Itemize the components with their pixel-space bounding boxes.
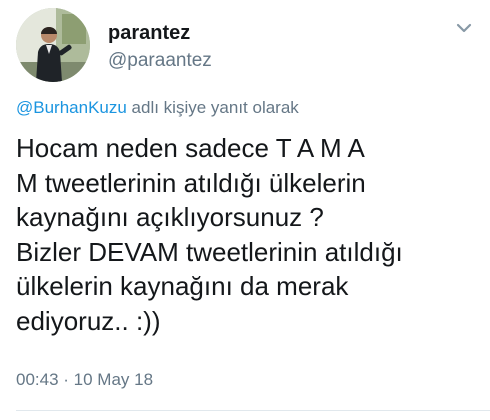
- tweet-text-line: ülkelerin kaynağını da merak: [16, 271, 349, 301]
- avatar[interactable]: [16, 8, 90, 82]
- tweet-text-line: kaynağını açıklıyorsunuz ?: [16, 202, 324, 232]
- divider: [16, 410, 490, 411]
- reply-context-text: adlı kişiye yanıt olarak: [126, 98, 299, 117]
- tweet-text-line: Bizler DEVAM tweetlerinin atıldığı: [16, 236, 403, 267]
- profile-photo-icon: [16, 8, 90, 82]
- tweet-text: Hocam neden sadece T A M A M tweetlerini…: [16, 131, 476, 338]
- reply-mention-link[interactable]: @BurhanKuzu: [16, 98, 127, 117]
- display-name[interactable]: parantez: [108, 22, 190, 45]
- tweet-text-line: M tweetlerinin atıldığı ülkelerin: [16, 167, 366, 198]
- tweet-timestamp[interactable]: 00:43 · 10 May 18: [16, 370, 153, 390]
- username[interactable]: @paraantez: [108, 50, 212, 72]
- chevron-down-icon[interactable]: [453, 17, 475, 39]
- tweet-text-line: Hocam neden sadece T A M A: [16, 133, 365, 163]
- reply-context: @BurhanKuzu adlı kişiye yanıt olarak: [16, 98, 299, 118]
- tweet: parantez @paraantez @BurhanKuzu adlı kiş…: [0, 0, 490, 420]
- tweet-text-line: ediyoruz.. :)): [16, 305, 161, 336]
